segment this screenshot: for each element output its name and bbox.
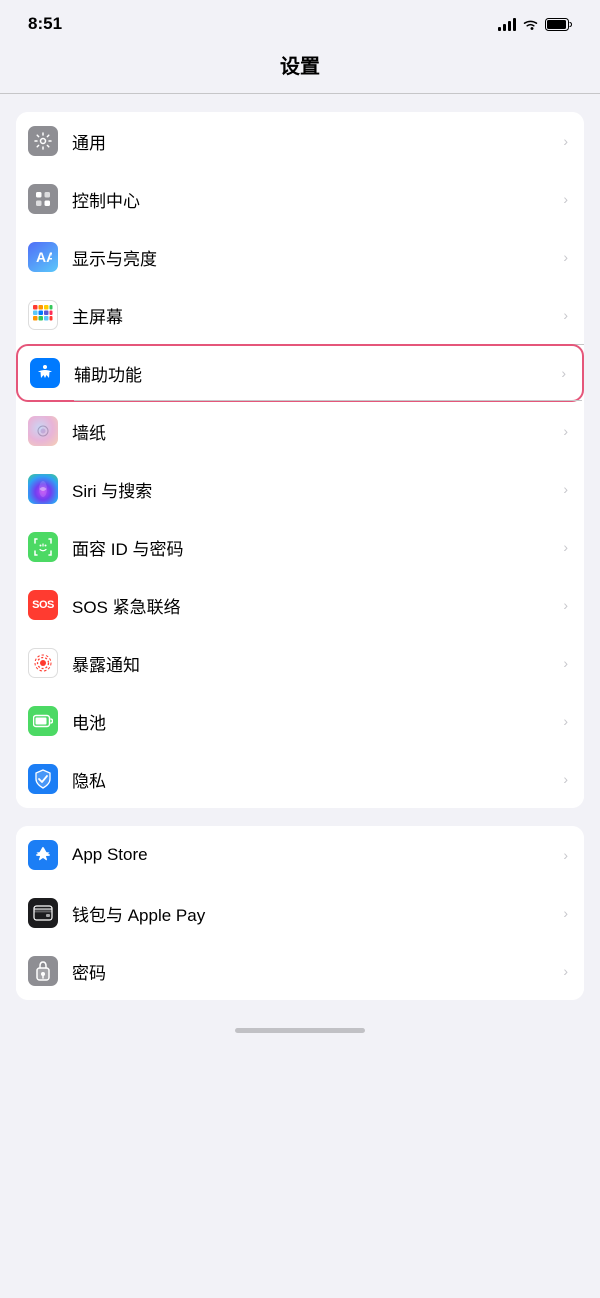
label-general: 通用 — [72, 129, 557, 154]
chevron-passwords: › — [563, 963, 568, 979]
label-sos: SOS 紧急联络 — [72, 593, 557, 618]
label-home-screen: 主屏幕 — [72, 303, 557, 328]
icon-accessibility — [30, 358, 60, 388]
row-battery[interactable]: 电池 › — [16, 692, 584, 750]
chevron-sos: › — [563, 597, 568, 613]
label-exposure: 暴露通知 — [72, 651, 557, 676]
chevron-appstore: › — [563, 847, 568, 863]
icon-appstore — [28, 840, 58, 870]
home-indicator — [0, 1018, 600, 1039]
label-privacy: 隐私 — [72, 767, 557, 792]
row-passwords[interactable]: 密码 › — [16, 942, 584, 1000]
chevron-privacy: › — [563, 771, 568, 787]
status-time: 8:51 — [28, 14, 62, 34]
label-siri: Siri 与搜索 — [72, 477, 557, 502]
icon-privacy — [28, 764, 58, 794]
icon-passwords — [28, 956, 58, 986]
settings-group-2: App Store › 钱包与 Apple Pay › 密码 — [16, 826, 584, 1000]
wifi-icon — [522, 18, 539, 31]
row-control-center[interactable]: 控制中心 › — [16, 170, 584, 228]
page-title: 设置 — [280, 56, 320, 78]
row-appstore[interactable]: App Store › — [16, 826, 584, 884]
sos-text: SOS — [32, 599, 54, 611]
chevron-general: › — [563, 133, 568, 149]
row-home-screen[interactable]: 主屏幕 › — [16, 286, 584, 344]
home-indicator-bar — [235, 1028, 365, 1033]
row-wallet[interactable]: 钱包与 Apple Pay › — [16, 884, 584, 942]
icon-faceid — [28, 532, 58, 562]
label-wallpaper: 墙纸 — [72, 419, 557, 444]
icon-siri — [28, 474, 58, 504]
chevron-wallpaper: › — [563, 423, 568, 439]
label-appstore: App Store — [72, 845, 557, 865]
label-accessibility: 辅助功能 — [74, 361, 555, 386]
icon-wallpaper — [28, 416, 58, 446]
icon-battery — [28, 706, 58, 736]
row-display[interactable]: AA 显示与亮度 › — [16, 228, 584, 286]
status-bar: 8:51 — [0, 0, 600, 42]
chevron-battery: › — [563, 713, 568, 729]
chevron-home-screen: › — [563, 307, 568, 323]
chevron-display: › — [563, 249, 568, 265]
signal-icon — [498, 18, 516, 31]
chevron-wallet: › — [563, 905, 568, 921]
icon-general — [28, 126, 58, 156]
settings-group-1: 通用 › 控制中心 › AA 显示与亮度 › — [16, 112, 584, 808]
label-control-center: 控制中心 — [72, 187, 557, 212]
label-display: 显示与亮度 — [72, 245, 557, 270]
label-passwords: 密码 — [72, 959, 557, 984]
row-privacy[interactable]: 隐私 › — [16, 750, 584, 808]
page-title-bar: 设置 — [0, 42, 600, 93]
svg-text:AA: AA — [36, 249, 52, 265]
row-wallpaper[interactable]: 墙纸 › — [16, 402, 584, 460]
top-divider — [0, 93, 600, 94]
row-faceid[interactable]: 面容 ID 与密码 › — [16, 518, 584, 576]
label-battery: 电池 — [72, 709, 557, 734]
row-exposure[interactable]: 暴露通知 › — [16, 634, 584, 692]
icon-sos: SOS — [28, 590, 58, 620]
row-accessibility[interactable]: 辅助功能 › — [16, 344, 584, 402]
status-icons — [498, 18, 572, 31]
row-siri[interactable]: Siri 与搜索 › — [16, 460, 584, 518]
icon-control-center — [28, 184, 58, 214]
chevron-exposure: › — [563, 655, 568, 671]
chevron-siri: › — [563, 481, 568, 497]
chevron-faceid: › — [563, 539, 568, 555]
icon-home-screen — [28, 300, 58, 330]
chevron-control-center: › — [563, 191, 568, 207]
icon-exposure — [28, 648, 58, 678]
label-faceid: 面容 ID 与密码 — [72, 535, 557, 560]
row-general[interactable]: 通用 › — [16, 112, 584, 170]
chevron-accessibility: › — [561, 365, 566, 381]
label-wallet: 钱包与 Apple Pay — [72, 901, 557, 926]
icon-wallet — [28, 898, 58, 928]
icon-display: AA — [28, 242, 58, 272]
row-sos[interactable]: SOS SOS 紧急联络 › — [16, 576, 584, 634]
battery-icon — [545, 18, 572, 31]
